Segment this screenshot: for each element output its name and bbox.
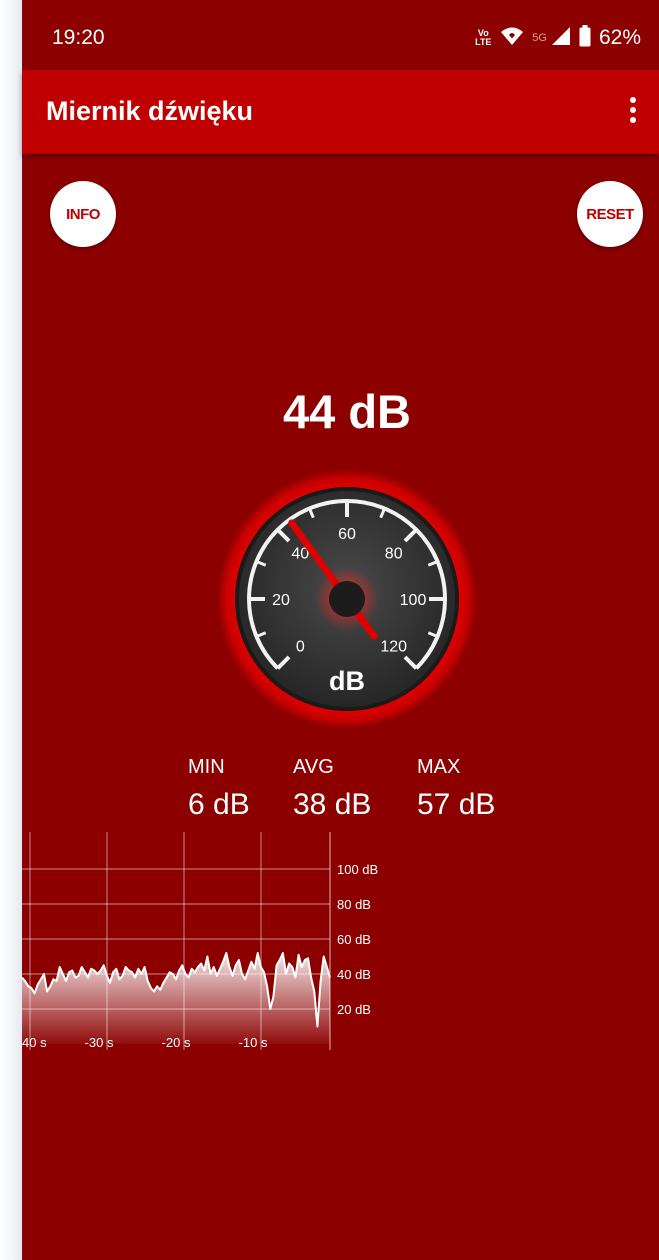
chart-y-tick-label: 20 dB bbox=[337, 1002, 371, 1017]
app-bar: Miernik dźwięku bbox=[22, 70, 659, 154]
overflow-menu-button[interactable] bbox=[615, 88, 651, 132]
screen: 19:20 Vo LTE 5G 62% Miernik dźwięku INFO… bbox=[0, 0, 659, 1260]
chart-y-tick-labels: 100 dB 80 dB 60 dB 40 dB 20 dB bbox=[337, 862, 378, 1017]
app-title: Miernik dźwięku bbox=[46, 96, 254, 126]
sound-history-chart: 100 dB 80 dB 60 dB 40 dB 20 dB 40 s -30 s -20 … bbox=[22, 832, 378, 1050]
level-history-area bbox=[22, 953, 330, 1044]
status-time: 19:20 bbox=[52, 26, 105, 49]
signal-icon bbox=[551, 26, 571, 51]
gauge-hub bbox=[329, 581, 365, 617]
current-level-readout: 44 dB bbox=[283, 385, 411, 438]
gauge-tick-label: 20 bbox=[272, 592, 290, 609]
more-vert-icon bbox=[630, 97, 636, 123]
chart-x-tick-label: -20 s bbox=[162, 1035, 191, 1050]
left-edge bbox=[0, 0, 22, 1260]
battery-icon bbox=[579, 24, 591, 52]
min-value: 6 dB bbox=[188, 788, 250, 821]
status-icons: Vo LTE 5G 62% bbox=[474, 24, 641, 52]
chart-x-tick-label: -10 s bbox=[239, 1035, 268, 1050]
reset-button[interactable]: RESET bbox=[577, 181, 643, 247]
sound-level-gauge: 020406080100120 dB bbox=[217, 469, 477, 729]
volte-icon: Vo LTE bbox=[475, 28, 492, 47]
gauge-tick-label: 100 bbox=[400, 592, 427, 609]
gauge-unit-label: dB bbox=[329, 666, 365, 696]
avg-value: 38 dB bbox=[293, 788, 372, 821]
chart-y-tick-label: 40 dB bbox=[337, 967, 371, 982]
network-type-label: 5G bbox=[532, 32, 547, 44]
chart-x-tick-label: 40 s bbox=[22, 1035, 47, 1050]
phone-screen: 19:20 Vo LTE 5G 62% Miernik dźwięku INFO… bbox=[22, 0, 659, 1260]
chart-y-tick-label: 60 dB bbox=[337, 932, 371, 947]
max-value: 57 dB bbox=[417, 788, 496, 821]
gauge-tick-label: 80 bbox=[385, 545, 403, 562]
status-bar: 19:20 Vo LTE 5G 62% bbox=[22, 0, 659, 70]
gauge-tick-label: 120 bbox=[380, 639, 407, 656]
chart-y-tick-label: 80 dB bbox=[337, 897, 371, 912]
wifi-icon bbox=[500, 26, 524, 51]
gauge-tick-label: 60 bbox=[338, 526, 356, 543]
chart-y-tick-label: 100 dB bbox=[337, 862, 378, 877]
gauge-tick-label: 0 bbox=[296, 639, 305, 656]
battery-percentage: 62% bbox=[598, 26, 641, 49]
chart-x-tick-label: -30 s bbox=[85, 1035, 114, 1050]
info-button[interactable]: INFO bbox=[50, 181, 116, 247]
max-label: MAX bbox=[417, 756, 461, 778]
min-label: MIN bbox=[188, 756, 225, 778]
avg-label: AVG bbox=[293, 756, 334, 778]
